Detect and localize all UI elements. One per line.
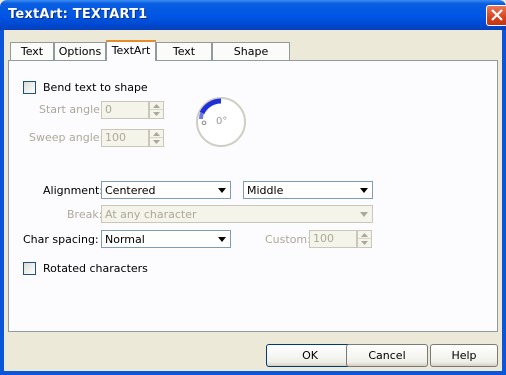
sweep-angle-spinner[interactable] — [149, 129, 164, 147]
spin-up-button[interactable] — [150, 102, 163, 110]
textart-dialog: TextArt: TEXTART1 Text Options TextArt T… — [0, 0, 506, 375]
dropdown-button[interactable] — [356, 207, 371, 221]
tab-textart[interactable]: TextArt — [106, 40, 156, 61]
tab-options[interactable]: Options — [54, 42, 106, 60]
start-angle-label: Start angle: — [39, 103, 104, 116]
break-value: At any character — [105, 208, 197, 221]
char-spacing-select[interactable]: Normal — [101, 230, 231, 248]
cancel-button[interactable]: Cancel — [346, 344, 428, 367]
dial-angle-label: 0° — [216, 116, 228, 127]
bend-text-label: Bend text to shape — [43, 81, 148, 94]
alignment-horizontal-select[interactable]: Centered — [101, 181, 231, 199]
ok-button[interactable]: OK — [266, 344, 354, 367]
angle-dial[interactable]: 0° — [196, 97, 246, 147]
sweep-angle-input[interactable]: 100 — [101, 129, 149, 147]
spin-down-button[interactable] — [150, 138, 163, 146]
tab-text-color[interactable]: Text Color — [156, 42, 212, 71]
arrow-up-icon — [153, 132, 160, 136]
window-frame-bottom — [0, 371, 506, 375]
window-title: TextArt: TEXTART1 — [8, 7, 148, 22]
tab-shape-settings[interactable]: Shape settings — [212, 42, 290, 71]
dropdown-button[interactable] — [356, 183, 371, 197]
close-icon — [491, 9, 503, 21]
rotated-characters-label: Rotated characters — [43, 262, 148, 275]
alignment-label: Alignment: — [43, 184, 104, 197]
tab-panel-textart: Bend text to shape Start angle: 0 Sweep … — [8, 60, 498, 332]
close-button[interactable] — [486, 5, 506, 26]
custom-spacing-spinner[interactable] — [357, 230, 372, 248]
spin-up-button[interactable] — [150, 130, 163, 138]
custom-spacing-input[interactable]: 100 — [309, 230, 357, 248]
char-spacing-value: Normal — [105, 233, 145, 246]
break-select[interactable]: At any character — [101, 205, 373, 223]
title-bar[interactable]: TextArt: TEXTART1 — [0, 0, 506, 30]
char-spacing-label: Char spacing: — [23, 233, 99, 246]
window-frame-left — [0, 30, 4, 375]
chevron-down-icon — [360, 212, 368, 217]
spin-down-button[interactable] — [150, 110, 163, 118]
arrow-down-icon — [153, 112, 160, 116]
sweep-angle-label: Sweep angle: — [29, 131, 104, 144]
alignment-vertical-value: Middle — [247, 184, 284, 197]
arrow-down-icon — [153, 140, 160, 144]
spin-down-button[interactable] — [358, 239, 371, 247]
start-angle-spinner[interactable] — [149, 101, 164, 119]
alignment-vertical-select[interactable]: Middle — [243, 181, 373, 199]
bend-text-checkbox[interactable] — [23, 81, 36, 94]
dropdown-button[interactable] — [214, 183, 229, 197]
help-button[interactable]: Help — [430, 344, 498, 367]
start-angle-input[interactable]: 0 — [101, 101, 149, 119]
break-label: Break: — [67, 208, 103, 221]
custom-label: Custom: — [265, 233, 311, 246]
chevron-down-icon — [218, 188, 226, 193]
chevron-down-icon — [218, 237, 226, 242]
tab-text[interactable]: Text — [10, 42, 54, 60]
alignment-horizontal-value: Centered — [105, 184, 156, 197]
window-frame-right — [502, 30, 506, 375]
arrow-up-icon — [153, 104, 160, 108]
rotated-characters-checkbox[interactable] — [23, 262, 36, 275]
spin-up-button[interactable] — [358, 231, 371, 239]
dropdown-button[interactable] — [214, 232, 229, 246]
chevron-down-icon — [360, 188, 368, 193]
arrow-up-icon — [361, 233, 368, 237]
arrow-down-icon — [361, 241, 368, 245]
